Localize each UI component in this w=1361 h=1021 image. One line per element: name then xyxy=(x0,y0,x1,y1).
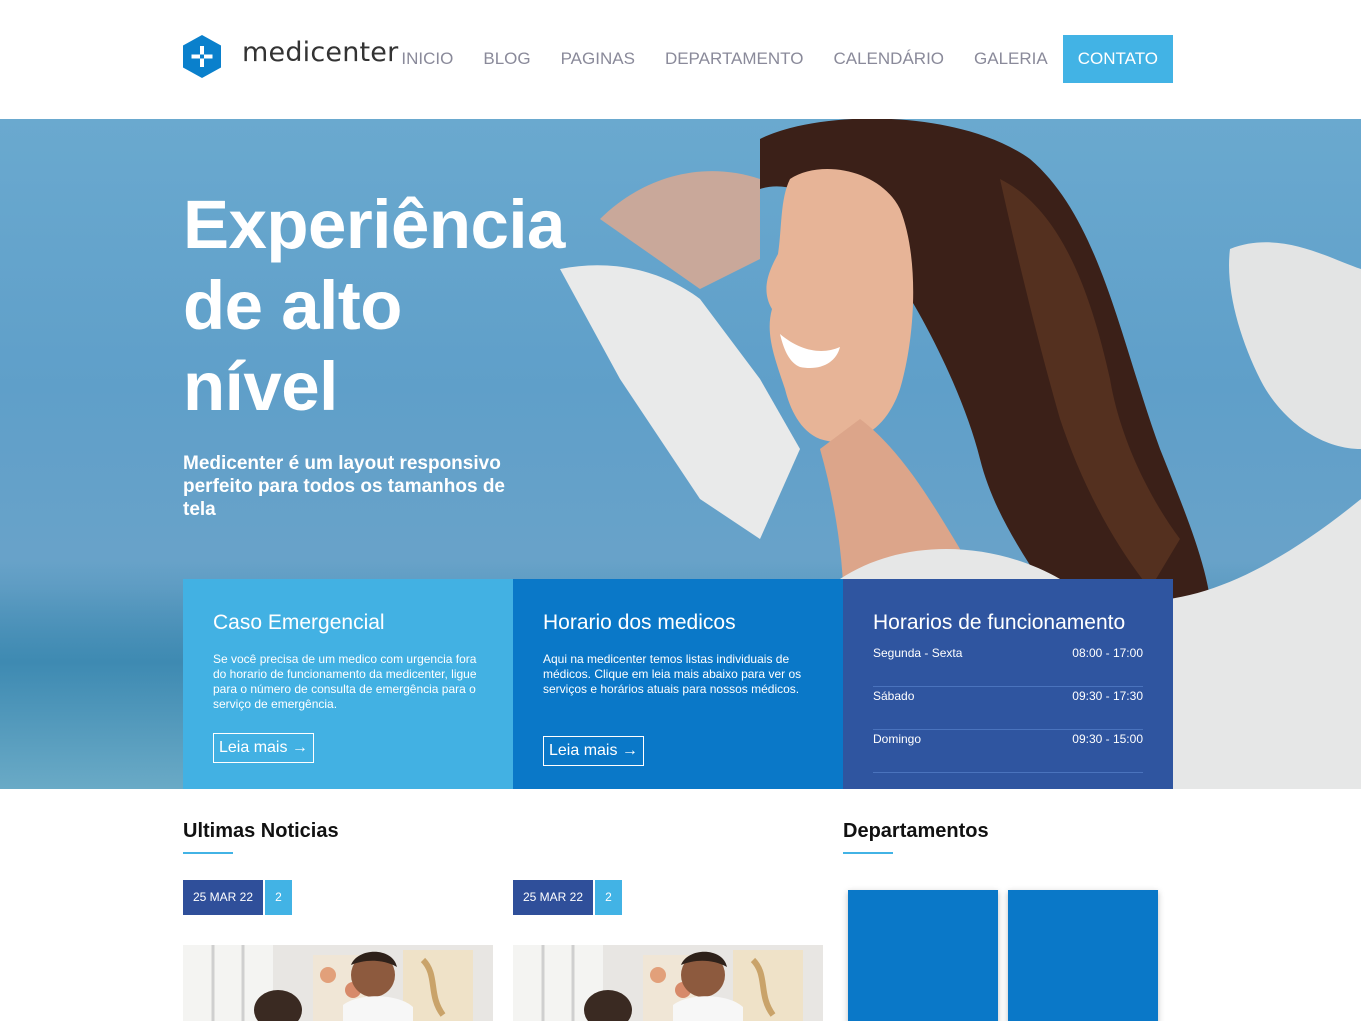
opening-hours-title: Horarios de funcionamento xyxy=(873,611,1126,634)
main-nav: INICIO BLOG PAGINAS DEPARTAMENTO CALENDÁ… xyxy=(386,35,1173,83)
hours-day: Segunda - Sexta xyxy=(873,646,963,660)
emergency-read-more-button[interactable]: Leia mais → xyxy=(213,733,314,763)
news-post-image[interactable] xyxy=(183,945,493,1021)
department-tile[interactable] xyxy=(1008,890,1158,1021)
doctors-schedule-title: Horario dos medicos xyxy=(543,611,736,634)
nav-item-paginas[interactable]: PAGINAS xyxy=(546,35,650,83)
doctors-schedule-text: Aqui na medicenter temos listas individu… xyxy=(543,652,802,696)
latest-news-underline xyxy=(183,852,233,854)
logo[interactable]: medicenter xyxy=(183,35,398,78)
emergency-text: Se você precisa de um medico com urgenci… xyxy=(213,652,477,711)
opening-hours-list: Segunda - Sexta 08:00 - 17:00 Sábado 09:… xyxy=(873,644,1143,773)
hours-time: 08:00 - 17:00 xyxy=(1072,646,1143,660)
latest-news-title: Ultimas Noticias xyxy=(183,820,339,842)
hero-title-line: de alto xyxy=(183,267,402,344)
hours-row: Sábado 09:30 - 17:30 xyxy=(873,687,1143,730)
hours-time: 09:30 - 15:00 xyxy=(1072,732,1143,746)
doctor-patient-photo xyxy=(513,945,823,1021)
comment-count-badge[interactable]: 2 xyxy=(265,880,292,915)
doctors-read-more-button[interactable]: Leia mais → xyxy=(543,736,644,766)
post-date-badge: 25 MAR 22 xyxy=(183,880,264,915)
hours-time: 09:30 - 17:30 xyxy=(1072,689,1143,703)
hero-subtitle: Medicenter é um layout responsivo perfei… xyxy=(183,453,505,520)
site-header: medicenter INICIO BLOG PAGINAS DEPARTAME… xyxy=(0,0,1361,119)
opening-hours-box: Horarios de funcionamento Segunda - Sext… xyxy=(843,579,1173,789)
doctors-schedule-box: Horario dos medicos Aqui na medicenter t… xyxy=(513,579,843,789)
medical-cross-logo-icon xyxy=(183,35,221,78)
doctor-patient-photo xyxy=(183,945,493,1021)
hours-day: Domingo xyxy=(873,732,922,746)
nav-item-contato[interactable]: CONTATO xyxy=(1062,35,1173,83)
hours-row: Segunda - Sexta 08:00 - 17:00 xyxy=(873,644,1143,687)
nav-item-blog[interactable]: BLOG xyxy=(468,35,545,83)
nav-item-calendario[interactable]: CALENDÁRIO xyxy=(818,35,959,83)
departments-title: Departamentos xyxy=(843,820,989,842)
hero-title-line: nível xyxy=(183,348,338,425)
hours-day: Sábado xyxy=(873,689,915,703)
post-date-badge: 25 MAR 22 xyxy=(513,880,594,915)
info-boxes: Caso Emergencial Se você precisa de um m… xyxy=(183,579,1173,789)
news-post-image[interactable] xyxy=(513,945,823,1021)
nav-item-galeria[interactable]: GALERIA xyxy=(959,35,1063,83)
comment-count-badge[interactable]: 2 xyxy=(595,880,622,915)
emergency-box: Caso Emergencial Se você precisa de um m… xyxy=(183,579,513,789)
departments-underline xyxy=(843,852,893,854)
department-tile[interactable] xyxy=(848,890,998,1021)
hero-title-line: Experiência xyxy=(183,186,565,263)
logo-text: medicenter xyxy=(242,37,399,68)
hero-title: Experiência de alto nível xyxy=(183,184,603,427)
nav-item-inicio[interactable]: INICIO xyxy=(386,35,468,83)
hours-row: Domingo 09:30 - 15:00 xyxy=(873,730,1143,773)
emergency-title: Caso Emergencial xyxy=(213,611,385,634)
nav-item-departamento[interactable]: DEPARTAMENTO xyxy=(650,35,819,83)
hero-banner: Experiência de alto nível Medicenter é u… xyxy=(0,119,1361,789)
